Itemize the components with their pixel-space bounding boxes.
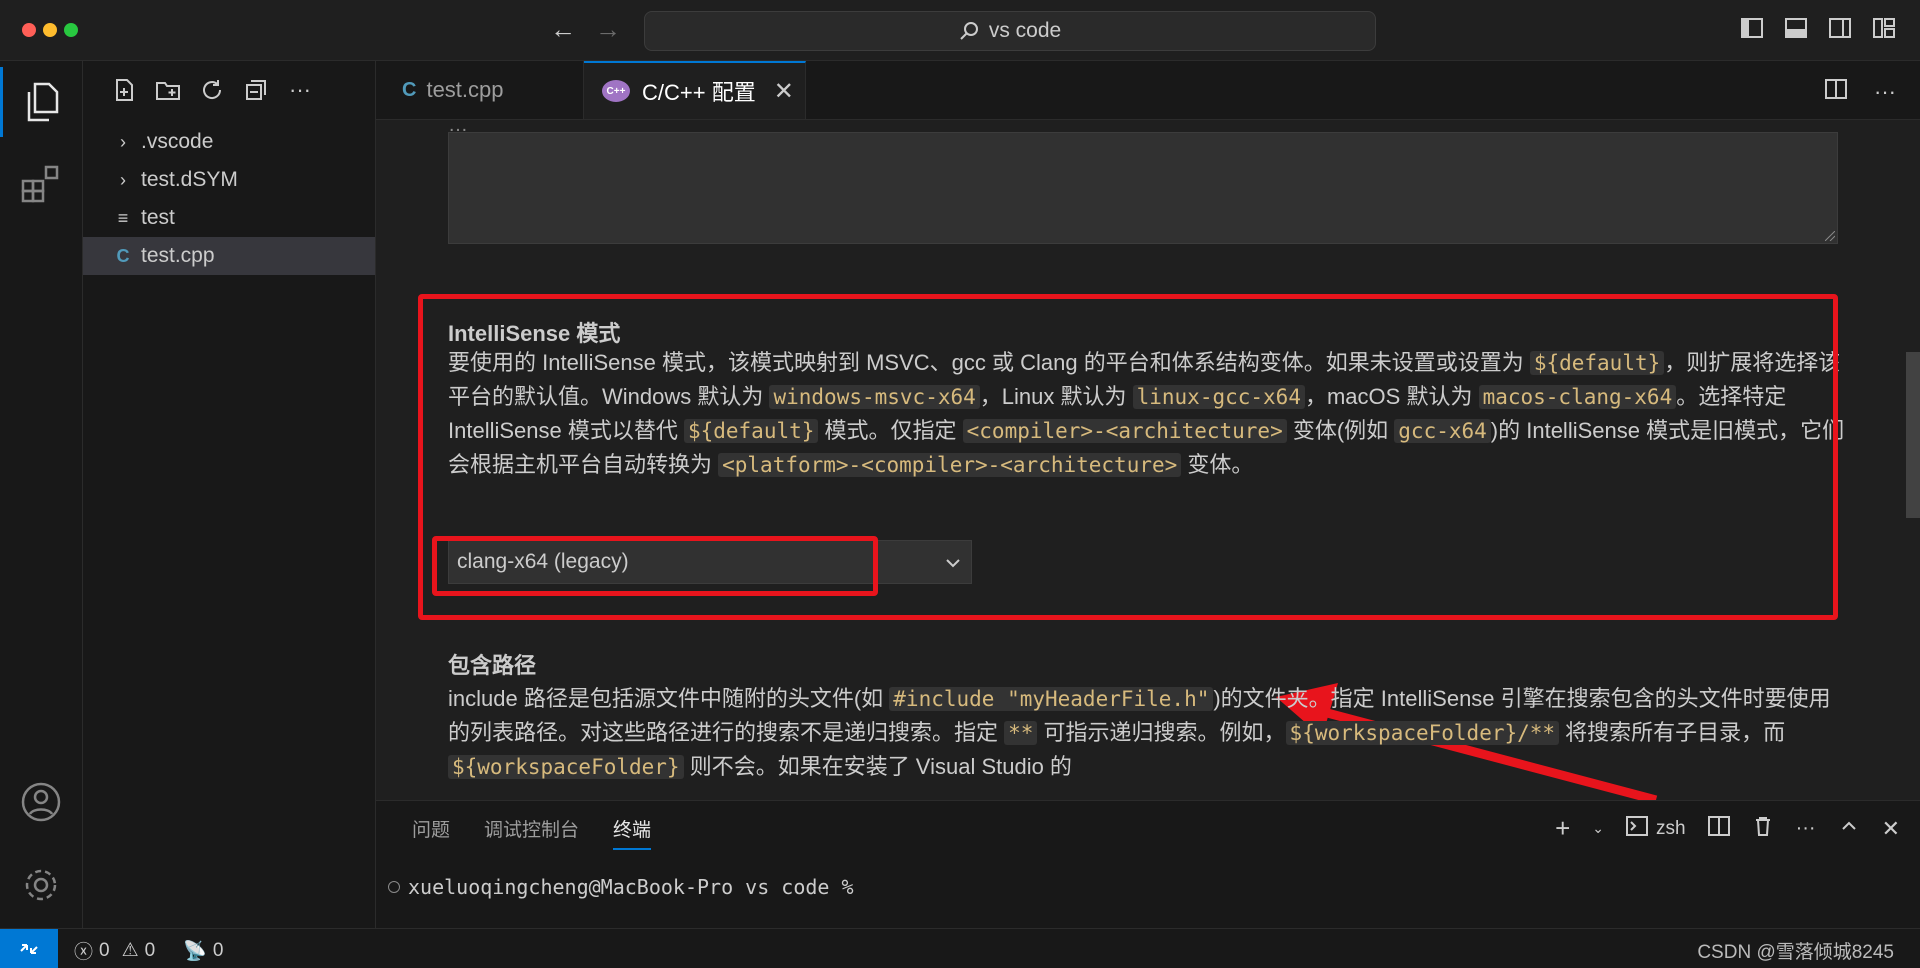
broadcast-icon: 📡 — [183, 940, 207, 962]
trash-icon[interactable] — [1752, 815, 1774, 843]
toggle-secondary-sidebar-icon[interactable] — [1828, 16, 1852, 40]
new-file-icon[interactable] — [111, 77, 137, 103]
terminal-prompt: xueluoqingcheng@MacBook-Pro vs code % — [408, 875, 854, 899]
customize-layout-icon[interactable] — [1872, 16, 1896, 40]
terminal-output[interactable]: xueluoqingcheng@MacBook-Pro vs code % — [388, 875, 854, 899]
previous-setting-textarea[interactable] — [448, 132, 1838, 244]
terminal-shell-icon[interactable] — [1626, 815, 1648, 843]
close-icon[interactable]: ✕ — [774, 77, 794, 106]
split-editor-icon[interactable] — [1824, 77, 1848, 106]
cpp-file-icon: C — [402, 78, 417, 101]
arrow-right-icon[interactable]: → — [595, 14, 621, 45]
maximize-window-button[interactable] — [64, 23, 78, 37]
tab-test-cpp[interactable]: C test.cpp — [376, 61, 584, 119]
new-terminal-icon[interactable]: + — [1555, 813, 1570, 844]
tree-item-label: test.dSYM — [141, 168, 238, 191]
tab-cpp-config[interactable]: C++ C/C++ 配置 ✕ — [584, 61, 806, 119]
title-bar: ← → vs code — [0, 0, 1920, 61]
tab-label: test.cpp — [426, 77, 504, 102]
tree-folder-test-dsym[interactable]: › test.dSYM — [83, 161, 375, 199]
tab-label: C/C++ 配置 — [642, 80, 756, 105]
error-count: 0 — [99, 939, 110, 961]
minimize-window-button[interactable] — [43, 23, 57, 37]
tree-file-test[interactable]: ≡ test — [83, 199, 375, 237]
tab-terminal[interactable]: 终端 — [613, 815, 652, 850]
chevron-up-icon[interactable] — [1838, 815, 1860, 843]
warning-icon: ⚠ — [121, 940, 139, 961]
tree-folder-vscode[interactable]: › .vscode — [83, 123, 375, 161]
tree-item-label: test.cpp — [141, 244, 215, 267]
new-folder-icon[interactable] — [155, 77, 181, 103]
extensions-icon[interactable] — [0, 147, 82, 217]
search-icon — [960, 22, 978, 40]
file-tree: › .vscode › test.dSYM ≡ test C test.cpp — [83, 123, 375, 275]
account-icon[interactable] — [0, 767, 82, 837]
toggle-panel-icon[interactable] — [1784, 16, 1808, 40]
explorer-icon[interactable] — [0, 67, 82, 137]
collapse-all-icon[interactable] — [243, 77, 269, 103]
chevron-down-icon[interactable]: ⌄ — [1592, 820, 1604, 837]
shell-label: zsh — [1656, 817, 1686, 839]
settings-gear-icon[interactable] — [0, 850, 82, 920]
bottom-panel: 问题 调试控制台 终端 + ⌄ zsh ··· ✕ xueluoqingchen… — [376, 800, 1920, 929]
tab-debug-console[interactable]: 调试控制台 — [484, 815, 579, 850]
include-path-title: 包含路径 — [448, 653, 537, 678]
tree-item-label: .vscode — [141, 130, 214, 153]
more-actions-icon[interactable]: ··· — [1874, 79, 1896, 105]
cpp-file-icon: C — [116, 245, 130, 266]
problems-status[interactable]: ⓧ 0 ⚠ 0 — [74, 937, 155, 964]
tab-problems[interactable]: 问题 — [412, 815, 450, 850]
error-icon: ⓧ — [74, 942, 94, 963]
annotation-highlight-select — [432, 536, 878, 596]
split-terminal-icon[interactable] — [1707, 815, 1730, 843]
chevron-right-icon: › — [120, 169, 126, 190]
arrow-left-icon[interactable]: ← — [550, 14, 576, 45]
close-window-button[interactable] — [22, 23, 36, 37]
explorer-sidebar: ··· › .vscode › test.dSYM ≡ test C test.… — [83, 61, 376, 928]
editor-scrollbar[interactable] — [1906, 352, 1920, 518]
status-bar: ⓧ 0 ⚠ 0 📡 0 CSDN @雪落倾城8245 — [0, 928, 1920, 968]
cpp-extension-icon: C++ — [602, 80, 630, 102]
remote-icon[interactable] — [0, 929, 58, 968]
resize-grip-icon[interactable] — [1825, 231, 1835, 241]
command-center-search[interactable]: vs code — [644, 11, 1376, 51]
settings-editor: … IntelliSense 模式 要使用的 IntelliSense 模式，该… — [376, 120, 1920, 800]
more-icon[interactable]: ··· — [1796, 817, 1816, 840]
watermark-text: CSDN @雪落倾城8245 — [1697, 942, 1894, 963]
ports-status[interactable]: 📡 0 — [183, 939, 223, 963]
search-text: vs code — [988, 19, 1062, 42]
chevron-right-icon: › — [120, 131, 126, 152]
warning-count: 0 — [144, 939, 156, 961]
close-icon[interactable]: ✕ — [1882, 816, 1900, 842]
tree-item-label: test — [141, 206, 175, 229]
toggle-primary-sidebar-icon[interactable] — [1740, 16, 1764, 40]
include-path-description: include 路径是包括源文件中随附的头文件(如 #include "myHe… — [448, 686, 1831, 779]
refresh-icon[interactable] — [199, 77, 225, 103]
tree-file-test-cpp[interactable]: C test.cpp — [83, 237, 375, 275]
editor-tabs: C test.cpp C++ C/C++ 配置 ✕ ··· — [376, 61, 1920, 120]
activity-bar — [0, 61, 83, 928]
text-file-icon: ≡ — [117, 207, 129, 228]
more-icon[interactable]: ··· — [287, 77, 313, 103]
prompt-status-icon — [388, 881, 400, 893]
ports-count: 0 — [212, 939, 224, 961]
